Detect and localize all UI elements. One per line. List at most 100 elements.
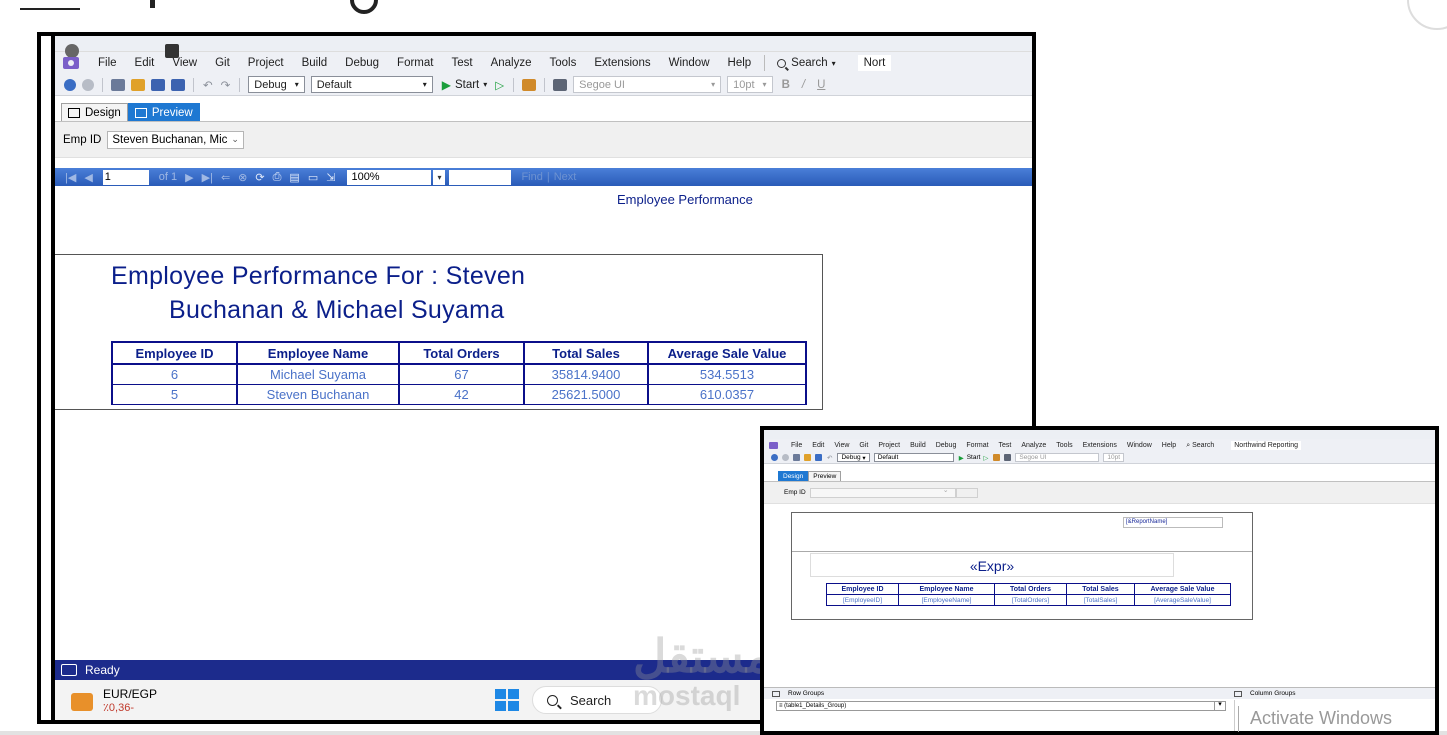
first-page-icon[interactable]: |◀ xyxy=(65,171,76,184)
menu-file[interactable]: File xyxy=(89,57,126,69)
menu-tools[interactable]: Tools xyxy=(540,57,585,69)
column-header[interactable]: Total Sales xyxy=(1066,583,1135,595)
find-input[interactable] xyxy=(449,169,512,185)
employee-performance-table-design[interactable]: Employee ID Employee Name Total Orders T… xyxy=(826,583,1231,606)
menu-build[interactable]: Build xyxy=(293,57,337,69)
expression-textbox[interactable]: «Expr» xyxy=(810,553,1174,577)
menu-project[interactable]: Project xyxy=(239,57,293,69)
field-cell[interactable]: [EmployeeID] xyxy=(826,594,899,606)
menu-project[interactable]: Project xyxy=(873,442,905,449)
column-header[interactable]: Average Sale Value xyxy=(1134,583,1231,595)
back-to-parent-icon[interactable]: ⇐ xyxy=(221,171,230,184)
menu-help[interactable]: Help xyxy=(1157,442,1181,449)
menu-extensions[interactable]: Extensions xyxy=(585,57,659,69)
find-button[interactable]: Find xyxy=(521,171,542,183)
previous-page-icon[interactable]: ◀ xyxy=(84,171,92,184)
new-project-icon[interactable] xyxy=(793,454,800,461)
menu-git[interactable]: Git xyxy=(854,442,873,449)
menu-view[interactable]: View xyxy=(829,442,854,449)
new-project-icon[interactable] xyxy=(111,78,125,91)
start-without-debugging-icon[interactable]: ▷ xyxy=(495,78,504,92)
column-header[interactable]: Total Orders xyxy=(994,583,1067,595)
font-size-dropdown[interactable]: 10pt xyxy=(1103,453,1125,462)
menu-help[interactable]: Help xyxy=(719,57,761,69)
forward-icon[interactable] xyxy=(782,454,789,461)
start-icon[interactable]: ▶ xyxy=(442,78,451,92)
emp-id-select[interactable]: Steven Buchanan, Mic ⌄ xyxy=(107,130,244,149)
italic-button[interactable]: / xyxy=(802,79,805,91)
start-button[interactable]: Start xyxy=(455,79,479,91)
font-family-dropdown[interactable]: Segoe UI ▾ xyxy=(573,76,722,93)
search-button[interactable]: Search ▾ xyxy=(769,57,843,69)
redo-icon[interactable]: ↷ xyxy=(221,78,231,92)
menu-analyze[interactable]: Analyze xyxy=(1016,442,1051,449)
tab-design[interactable]: Design xyxy=(61,103,128,121)
menu-extensions[interactable]: Extensions xyxy=(1078,442,1122,449)
menu-edit[interactable]: Edit xyxy=(807,442,829,449)
report-name-textbox[interactable]: [&ReportName] xyxy=(1123,517,1223,528)
last-page-icon[interactable]: ▶| xyxy=(202,171,213,184)
field-cell[interactable]: [TotalSales] xyxy=(1066,594,1135,606)
undo-icon[interactable]: ↶ xyxy=(827,454,832,462)
layout-icon[interactable] xyxy=(1004,454,1012,461)
export-icon[interactable]: ⇲ xyxy=(326,171,335,184)
menu-debug[interactable]: Debug xyxy=(336,57,388,69)
layout-icon[interactable] xyxy=(553,78,568,91)
start-without-debugging-icon[interactable]: ▷ xyxy=(983,454,988,462)
page-number-input[interactable]: 1 xyxy=(102,169,149,185)
field-cell[interactable]: [EmployeeName] xyxy=(898,594,995,606)
browse-icon[interactable] xyxy=(522,78,537,91)
platform-dropdown[interactable]: Default xyxy=(873,453,954,462)
start-button[interactable]: Start xyxy=(967,454,981,461)
menu-git[interactable]: Git xyxy=(206,57,239,69)
save-all-icon[interactable] xyxy=(171,78,185,91)
field-cell[interactable]: [TotalOrders] xyxy=(994,594,1067,606)
menu-file[interactable]: File xyxy=(786,442,807,449)
menu-test[interactable]: Test xyxy=(994,442,1017,449)
refresh-icon[interactable]: ⟳ xyxy=(255,171,264,184)
tab-preview[interactable]: Preview xyxy=(808,471,842,481)
tab-preview[interactable]: Preview xyxy=(127,103,200,121)
undo-icon[interactable]: ↶ xyxy=(203,78,213,92)
underline-button[interactable]: U xyxy=(817,79,825,91)
open-folder-icon[interactable] xyxy=(131,78,145,91)
browse-icon[interactable] xyxy=(993,454,1001,461)
menu-format[interactable]: Format xyxy=(388,57,442,69)
menu-debug[interactable]: Debug xyxy=(931,442,962,449)
save-icon[interactable] xyxy=(815,454,822,461)
chevron-down-icon[interactable]: ▾ xyxy=(433,169,446,185)
menu-edit[interactable]: Edit xyxy=(126,57,164,69)
field-cell[interactable]: [AverageSaleValue] xyxy=(1134,594,1231,606)
menu-window[interactable]: Window xyxy=(660,57,719,69)
save-icon[interactable] xyxy=(151,78,165,91)
view-report-button[interactable] xyxy=(955,487,978,498)
menu-view[interactable]: View xyxy=(163,57,206,69)
column-header[interactable]: Employee Name xyxy=(898,583,995,595)
taskbar-search[interactable]: Search xyxy=(532,686,662,714)
search-button[interactable]: ⌕ Search xyxy=(1181,442,1219,450)
column-header[interactable]: Employee ID xyxy=(826,583,899,595)
find-next-button[interactable]: Next xyxy=(554,171,577,183)
menu-analyze[interactable]: Analyze xyxy=(482,57,541,69)
stop-icon[interactable]: ⊗ xyxy=(238,171,247,184)
menu-window[interactable]: Window xyxy=(1122,442,1157,449)
print-icon[interactable]: ⎙ xyxy=(273,171,282,184)
start-icon[interactable]: ▶ xyxy=(959,454,964,462)
currency-widget[interactable]: EUR/EGP ٪0,36- xyxy=(71,688,157,715)
emp-id-select[interactable] xyxy=(809,486,956,498)
menu-test[interactable]: Test xyxy=(442,57,481,69)
menu-build[interactable]: Build xyxy=(905,442,931,449)
platform-dropdown[interactable]: Default ▾ xyxy=(310,76,433,93)
configuration-dropdown[interactable]: Debug ▾ xyxy=(248,76,305,93)
zoom-select[interactable]: 100% xyxy=(347,169,432,185)
configuration-dropdown[interactable]: Debug ▾ xyxy=(837,453,870,462)
back-icon[interactable] xyxy=(64,78,76,91)
bold-button[interactable]: B xyxy=(782,79,790,91)
row-group-item[interactable]: ≡ (table1_Details_Group) xyxy=(776,701,1226,711)
forward-icon[interactable] xyxy=(82,78,94,91)
open-folder-icon[interactable] xyxy=(804,454,811,461)
print-layout-icon[interactable]: ▤ xyxy=(289,171,299,184)
font-size-dropdown[interactable]: 10pt ▾ xyxy=(727,76,773,93)
next-page-icon[interactable]: ▶ xyxy=(185,171,193,184)
font-family-dropdown[interactable]: Segoe UI xyxy=(1015,453,1100,462)
